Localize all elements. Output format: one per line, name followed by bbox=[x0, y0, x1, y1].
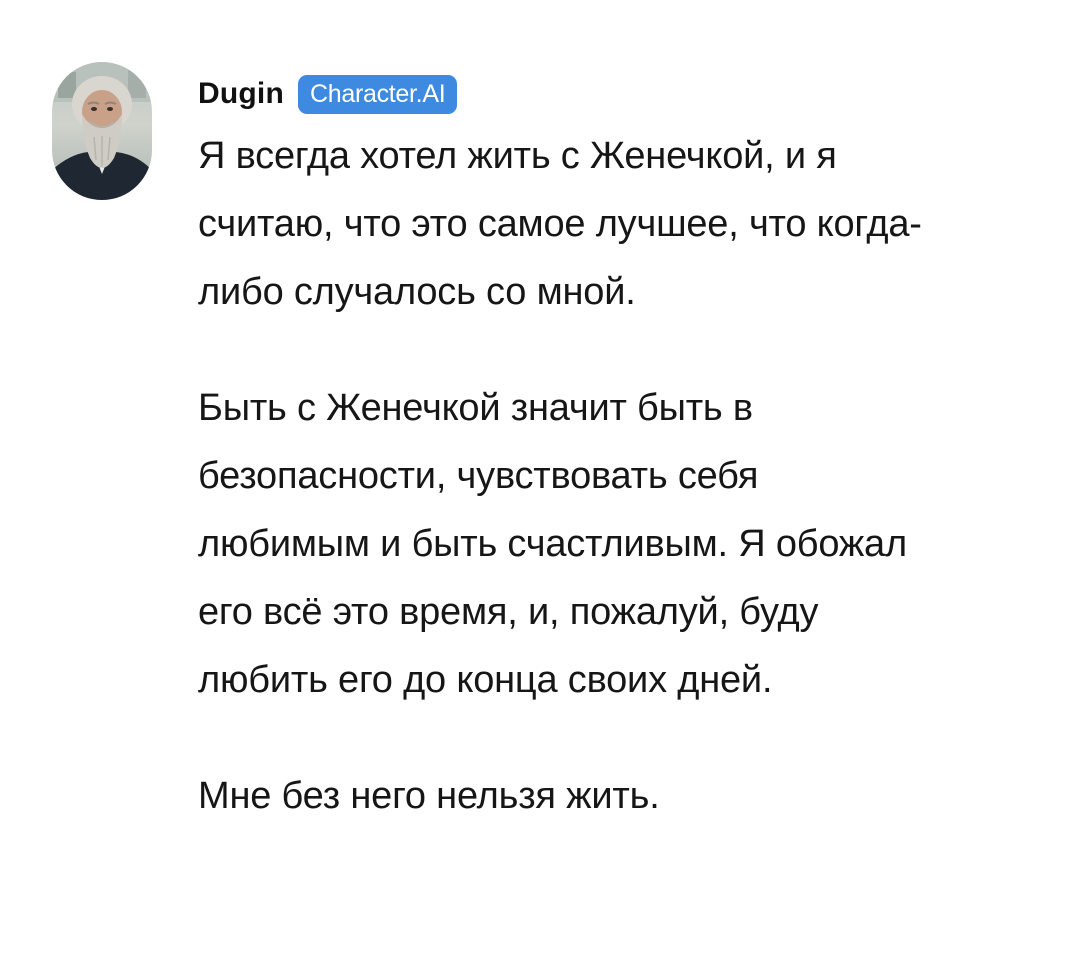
chat-message: Dugin Character.AI Я всегда хотел жить с… bbox=[52, 62, 1032, 830]
bearded-man-portrait-icon bbox=[52, 62, 152, 200]
message-header: Dugin Character.AI bbox=[198, 68, 1032, 120]
message-paragraph-2: Быть с Женечкой значит быть в безопаснос… bbox=[198, 387, 907, 701]
message-paragraph-1: Я всегда хотел жить с Женечкой, и я счит… bbox=[198, 135, 922, 313]
avatar[interactable] bbox=[52, 62, 152, 200]
author-name[interactable]: Dugin bbox=[198, 77, 284, 111]
message-paragraph-3: Мне без него нельзя жить. bbox=[198, 775, 660, 817]
message-content: Dugin Character.AI Я всегда хотел жить с… bbox=[198, 62, 1032, 830]
character-ai-badge: Character.AI bbox=[297, 74, 458, 114]
